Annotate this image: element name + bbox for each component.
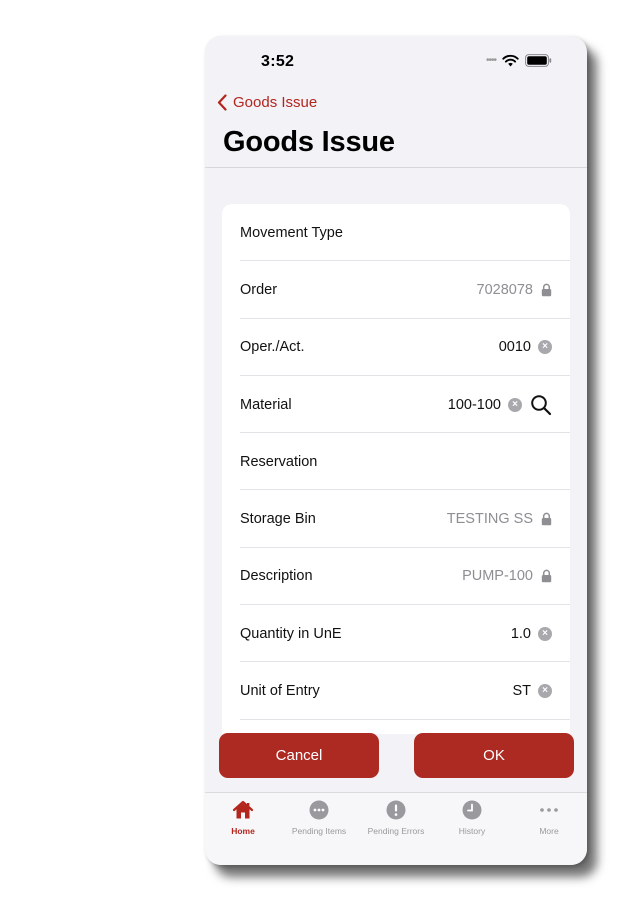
home-icon — [232, 799, 254, 821]
field-label: Movement Type — [240, 224, 343, 241]
phone-screen: 3:52 •••• Goods Issue Goods Issue Moveme… — [205, 36, 587, 865]
quantity-value[interactable]: 1.0 — [511, 626, 531, 642]
field-label: Material — [240, 396, 292, 413]
lock-icon — [541, 512, 552, 526]
field-label: Quantity in UnE — [240, 625, 342, 642]
unit-of-entry-value[interactable]: ST — [512, 683, 531, 699]
tab-more[interactable]: More — [511, 799, 587, 836]
lock-icon — [541, 283, 552, 297]
field-description: Description PUMP-100 — [222, 548, 570, 606]
field-label: Oper./Act. — [240, 339, 305, 356]
status-icons: •••• — [486, 54, 552, 67]
clock-icon — [461, 799, 483, 821]
back-button[interactable]: Goods Issue — [217, 94, 317, 111]
status-time: 3:52 — [261, 53, 295, 70]
cellular-signal-icon: •••• — [485, 55, 497, 66]
search-icon[interactable] — [530, 394, 552, 416]
cancel-button[interactable]: Cancel — [219, 733, 379, 778]
ellipsis-circle-icon — [308, 799, 330, 821]
battery-icon — [525, 54, 552, 67]
tab-label: Pending Errors — [367, 826, 425, 836]
tab-label: Home — [231, 826, 255, 836]
tab-pending-items[interactable]: Pending Items — [281, 799, 357, 836]
tab-home[interactable]: Home — [205, 799, 281, 836]
material-value[interactable]: 100-100 — [448, 397, 501, 413]
field-label: Order — [240, 281, 278, 298]
more-dots-icon — [538, 799, 560, 821]
wifi-icon — [502, 54, 519, 67]
tab-label: Pending Items — [291, 826, 347, 836]
exclamation-circle-icon — [385, 799, 407, 821]
order-value: 7028078 — [476, 281, 533, 298]
description-value: PUMP-100 — [462, 568, 533, 585]
field-reservation[interactable]: Reservation — [222, 433, 570, 491]
tab-label: More — [539, 826, 559, 836]
ok-button[interactable]: OK — [414, 733, 574, 778]
field-label: Storage Bin — [240, 511, 316, 528]
status-bar: 3:52 •••• — [205, 36, 587, 86]
back-label: Goods Issue — [233, 94, 318, 111]
field-label: Unit of Entry — [240, 683, 320, 700]
clear-icon[interactable]: × — [538, 340, 552, 355]
field-movement-type[interactable]: Movement Type — [222, 204, 570, 262]
storage-bin-value: TESTING SS — [446, 511, 533, 528]
goods-issue-form: Movement Type Order 7028078 Oper./Act. 0… — [222, 204, 570, 734]
header-divider — [205, 167, 587, 168]
field-storage-bin: Storage Bin TESTING SS — [222, 490, 570, 549]
clear-icon[interactable]: × — [538, 684, 552, 699]
field-label: Reservation — [240, 453, 318, 470]
page-title: Goods Issue — [223, 126, 395, 158]
lock-icon — [541, 570, 552, 583]
oper-act-value[interactable]: 0010 — [499, 339, 531, 355]
field-unit-of-entry[interactable]: Unit of Entry ST × — [222, 662, 570, 720]
field-material[interactable]: Material 100-100 × — [222, 376, 570, 434]
tab-pending-errors[interactable]: Pending Errors — [358, 799, 434, 836]
tab-label: History — [458, 826, 486, 836]
field-quantity[interactable]: Quantity in UnE 1.0 × — [222, 605, 570, 663]
chevron-left-icon — [217, 94, 227, 111]
clear-icon[interactable]: × — [538, 626, 552, 641]
field-order: Order 7028078 — [222, 261, 570, 319]
tab-history[interactable]: History — [434, 799, 510, 836]
tab-bar: Home Pending Items Pending Errors Histor… — [205, 792, 587, 865]
field-label: Description — [240, 568, 313, 585]
field-oper-act[interactable]: Oper./Act. 0010 × — [222, 319, 570, 377]
clear-icon[interactable]: × — [508, 397, 522, 412]
